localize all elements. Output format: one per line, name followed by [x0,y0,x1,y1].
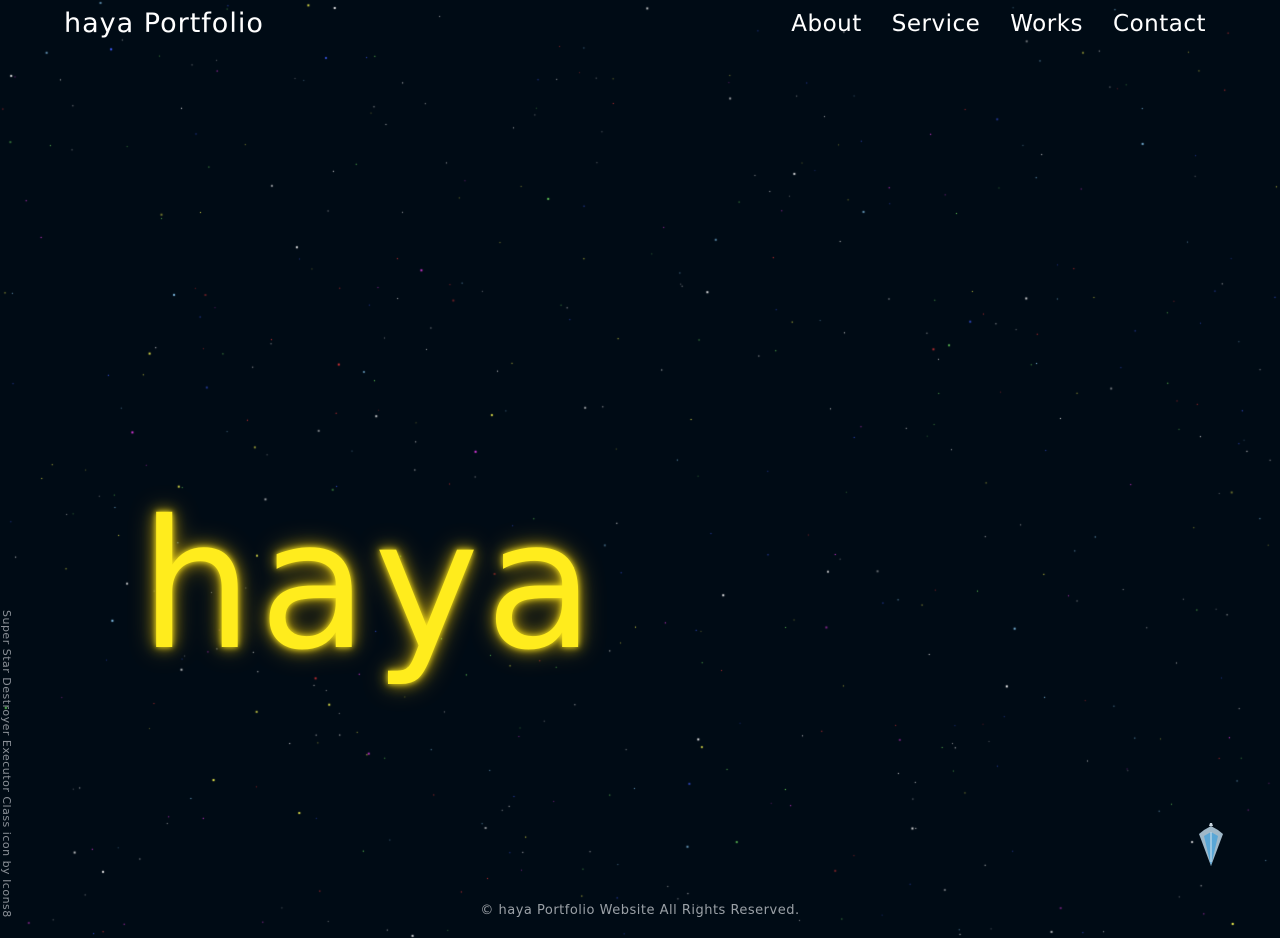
nav-item-about[interactable]: About [791,6,862,42]
nav-item-contact[interactable]: Contact [1113,6,1206,42]
footer-copyright: © haya Portfolio Website All Rights Rese… [480,903,800,918]
scroll-down-button[interactable] [1198,822,1224,868]
main-nav: About Service Works Contact [791,6,1206,42]
star-destroyer-icon [1199,823,1223,866]
icon-credit[interactable]: Super Star Destroyer Executor Class icon… [0,610,13,938]
nav-item-service[interactable]: Service [892,6,981,42]
site-logo[interactable]: haya Portfolio [64,6,264,42]
page: haya Portfolio About Service Works Conta… [0,0,1280,938]
nav-item-works[interactable]: Works [1010,6,1083,42]
hero-title: haya [140,482,601,690]
starfield-background [0,0,1280,938]
